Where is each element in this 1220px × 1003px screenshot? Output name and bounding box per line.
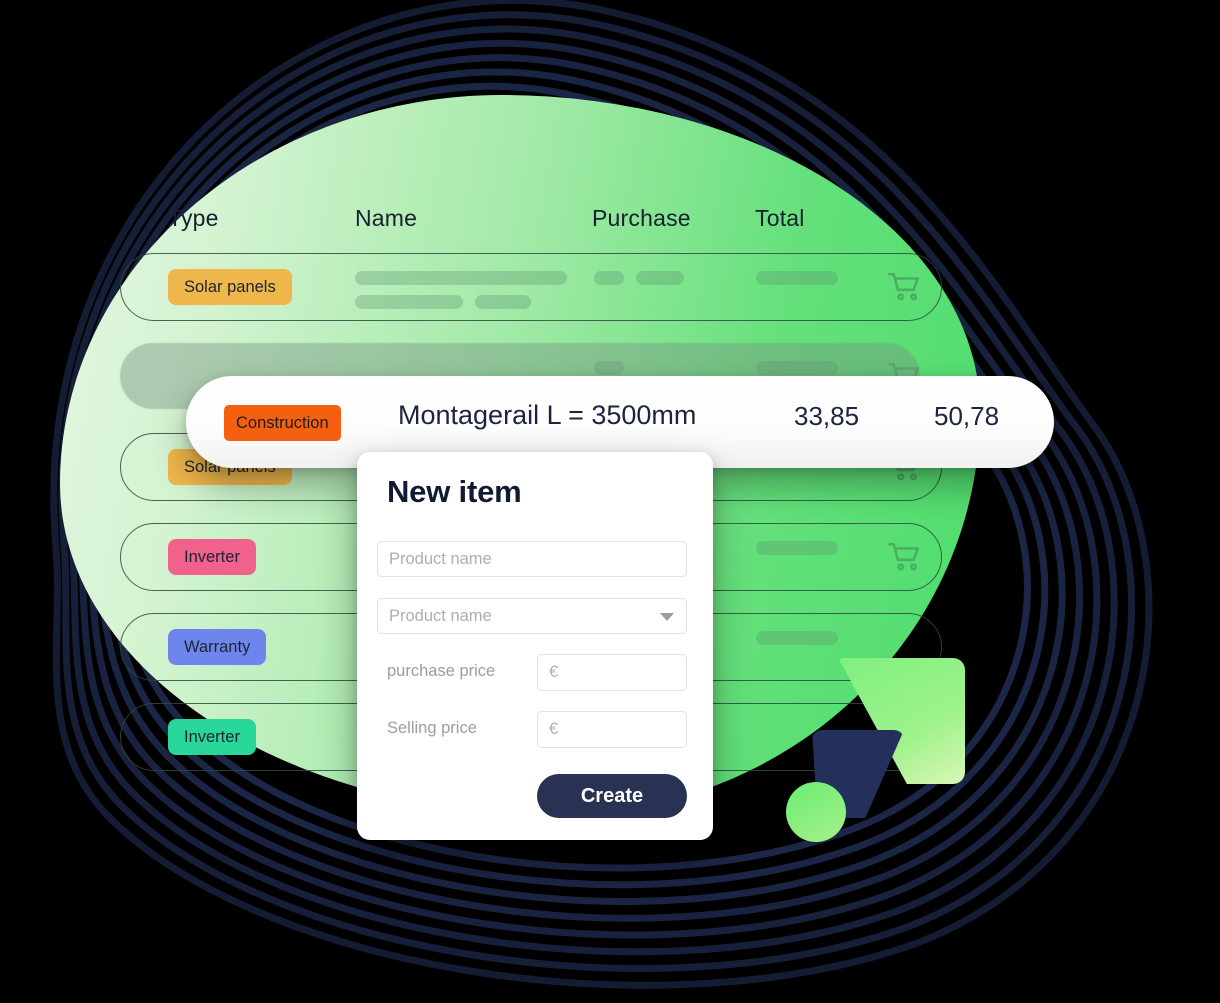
chevron-down-icon[interactable] xyxy=(660,613,674,621)
illustration-stage: Type Name Purchase Total Solar panels So… xyxy=(0,0,1220,1003)
total-skeleton xyxy=(756,541,838,555)
create-button[interactable]: Create xyxy=(537,774,687,818)
name-skeleton-line xyxy=(475,295,531,309)
total-skeleton xyxy=(756,271,838,285)
column-header-name: Name xyxy=(355,205,418,231)
column-header-total: Total xyxy=(755,205,805,231)
product-name-placeholder: Product name xyxy=(389,550,492,568)
product-name-input[interactable]: Product name xyxy=(377,541,687,577)
type-badge[interactable]: Solar panels xyxy=(168,269,292,305)
type-badge[interactable]: Warranty xyxy=(168,629,267,665)
purchase-skeleton xyxy=(594,271,624,285)
dialog-title: New item xyxy=(387,474,522,509)
column-header-type: Type xyxy=(168,205,219,231)
new-item-dialog: New item Product name Product name purch… xyxy=(357,452,713,840)
product-select-placeholder: Product name xyxy=(389,607,492,625)
decorative-green-circle xyxy=(786,782,846,842)
type-badge[interactable]: Inverter xyxy=(168,719,256,755)
total-price-value: 50,78 xyxy=(934,401,1000,431)
selling-price-input[interactable]: € xyxy=(537,711,687,748)
type-badge-construction[interactable]: Construction xyxy=(224,405,341,441)
table-header-row: Type Name Purchase Total xyxy=(120,205,960,249)
euro-placeholder: € xyxy=(549,663,559,681)
total-skeleton xyxy=(756,631,838,645)
table-row[interactable]: Solar panels xyxy=(120,253,960,321)
purchase-price-value: 33,85 xyxy=(794,401,860,431)
type-badge[interactable]: Inverter xyxy=(168,539,256,575)
name-skeleton-line xyxy=(355,295,463,309)
product-select-dropdown[interactable]: Product name xyxy=(377,598,687,634)
euro-placeholder: € xyxy=(549,720,559,738)
purchase-skeleton xyxy=(636,271,684,285)
name-skeleton-line xyxy=(355,271,567,285)
purchase-price-input[interactable]: € xyxy=(537,654,687,691)
product-name-text: Montagerail L = 3500mm xyxy=(398,400,697,430)
shopping-cart-icon[interactable] xyxy=(888,541,922,573)
column-header-purchase: Purchase xyxy=(592,205,691,231)
purchase-price-label: purchase price xyxy=(387,662,496,680)
selling-price-label: Selling price xyxy=(387,719,477,737)
shopping-cart-icon[interactable] xyxy=(888,271,922,303)
